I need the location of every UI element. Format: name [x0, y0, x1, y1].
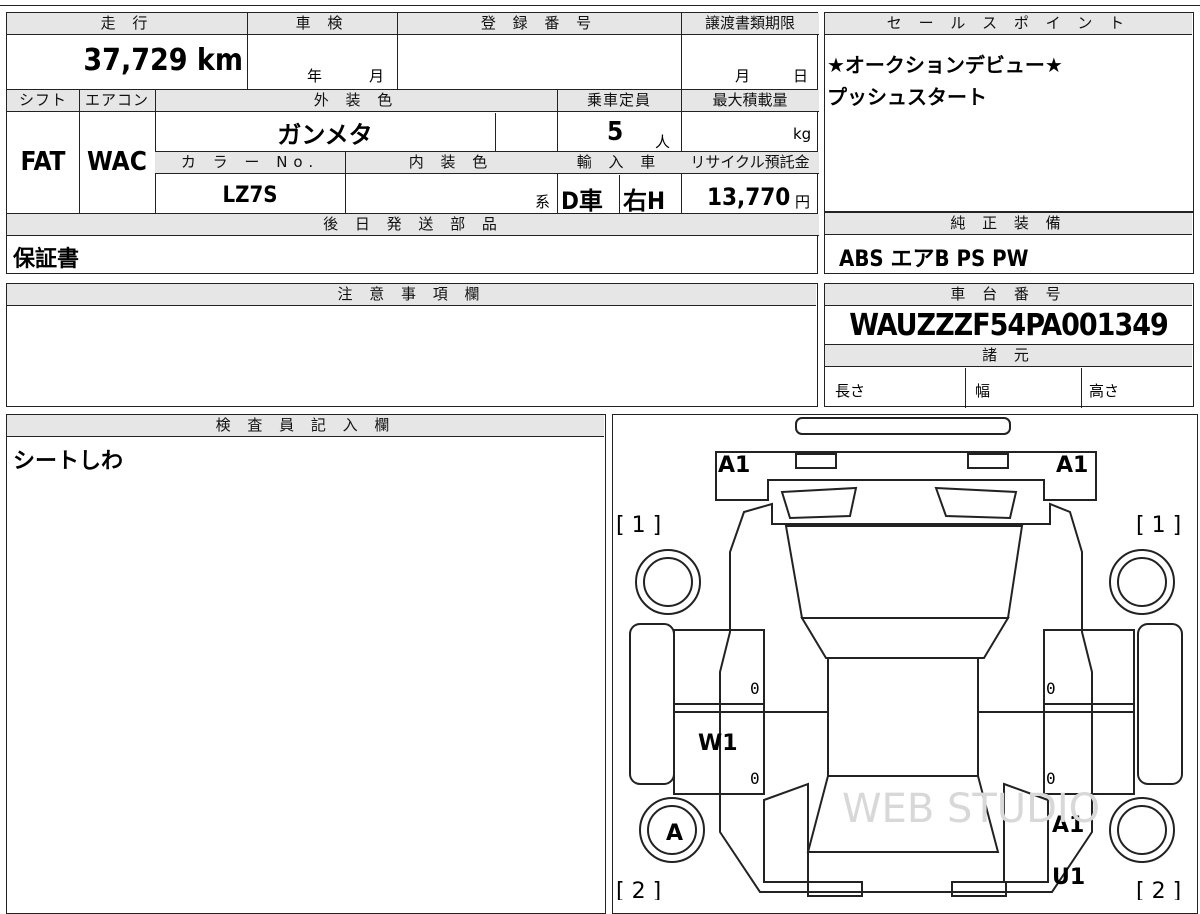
sales-points-line1: ★オークションデビュー★ — [827, 53, 1063, 77]
shaken-header: 車 検 — [247, 13, 397, 35]
import-type: D車 — [561, 187, 603, 215]
capacity-value: 5 — [607, 117, 624, 147]
import-header: 輸 入 車 — [557, 152, 681, 174]
capacity-header: 乗車定員 — [557, 90, 681, 112]
transfer-deadline-header: 譲渡書類期限 — [681, 13, 819, 35]
chassis-box: 車 台 番 号 WAUZZZF54PA001349 諸 元 長さ 幅 高さ — [824, 283, 1194, 408]
shift-value: FAT — [20, 147, 66, 177]
notes-box: 注 意 事 項 欄 — [6, 283, 818, 407]
mileage-header: 走 行 — [7, 13, 247, 35]
color-no-header: カ ラ ー No. — [155, 152, 345, 174]
equipment-box: 純 正 装 備 ABS エアB PS PW — [824, 212, 1194, 274]
spec-length-label: 長さ — [835, 382, 866, 400]
recycle-unit: 円 — [795, 193, 811, 211]
later-parts-value: 保証書 — [13, 247, 80, 272]
inspector-note: シートしわ — [13, 449, 124, 474]
mark-front-right: A1 — [1056, 453, 1088, 478]
inspector-box: 検 査 員 記 入 欄 シートしわ — [6, 414, 606, 914]
notes-header: 注 意 事 項 欄 — [7, 284, 816, 306]
spec-height-label: 高さ — [1089, 382, 1120, 400]
door-zero-1: 0 — [750, 679, 760, 698]
aircon-header: エアコン — [79, 90, 155, 112]
exterior-color-value: ガンメタ — [277, 121, 373, 149]
inspector-header: 検 査 員 記 入 欄 — [7, 415, 604, 437]
registration-header: 登 録 番 号 — [397, 13, 681, 35]
bracket-rear-left: [ 2 ] — [616, 879, 661, 900]
specs-header: 諸 元 — [825, 345, 1192, 367]
equipment-header: 純 正 装 備 — [825, 213, 1192, 235]
sales-points-header: セ ー ル ス ポ イ ン ト — [825, 13, 1192, 35]
shaken-year-label: 年 — [307, 67, 323, 85]
watermark: WEB STUDIO — [842, 786, 1100, 832]
later-parts-header: 後 日 発 送 部 品 — [7, 214, 819, 236]
car-damage-diagram: A1 A1 [ 1 ] [ 1 ] [ 2 ] [ 2 ] W1 A A1 U1… — [616, 417, 1183, 900]
transfer-month-label: 月 — [735, 67, 751, 85]
shaken-month-label: 月 — [369, 67, 385, 85]
spec-width-label: 幅 — [975, 382, 991, 400]
mark-rear-right-u: U1 — [1052, 865, 1085, 890]
interior-color-header: 内 装 色 — [345, 152, 557, 174]
recycle-value: 13,770 — [707, 183, 791, 211]
sales-points-line2: プッシュスタート — [827, 85, 987, 109]
chassis-header: 車 台 番 号 — [825, 284, 1192, 306]
mark-rear-left: A — [666, 821, 683, 846]
shift-header: シフト — [7, 90, 79, 112]
mileage-value: 37,729 km — [83, 43, 243, 78]
color-no-value: LZ7S — [222, 183, 278, 208]
top-strip — [0, 0, 1200, 6]
import-handle: 右H — [623, 187, 666, 215]
equipment-value: ABS エアB PS PW — [839, 247, 1029, 272]
mark-front-left: A1 — [718, 453, 750, 478]
bracket-rear-right: [ 2 ] — [1136, 879, 1181, 900]
mark-left-mid: W1 — [698, 731, 738, 756]
chassis-number: WAUZZZF54PA001349 — [849, 308, 1169, 343]
door-zero-3: 0 — [1046, 679, 1056, 698]
sales-points-box: セ ー ル ス ポ イ ン ト ★オークションデビュー★ プッシュスタート — [824, 12, 1194, 212]
exterior-color-header: 外 装 色 — [155, 90, 557, 112]
door-zero-2: 0 — [750, 769, 760, 788]
vehicle-info-grid: 走 行 車 検 登 録 番 号 譲渡書類期限 37,729 km 年 月 月 日… — [6, 12, 819, 274]
bracket-front-left: [ 1 ] — [616, 513, 661, 538]
aircon-value: WAC — [87, 147, 147, 177]
capacity-unit: 人 — [655, 133, 671, 151]
bracket-front-right: [ 1 ] — [1136, 513, 1181, 538]
transfer-day-label: 日 — [793, 67, 809, 85]
max-load-header: 最大積載量 — [681, 90, 819, 112]
interior-color-suffix: 系 — [535, 193, 551, 211]
max-load-unit: kg — [793, 125, 812, 143]
recycle-header: リサイクル預託金 — [681, 152, 819, 174]
